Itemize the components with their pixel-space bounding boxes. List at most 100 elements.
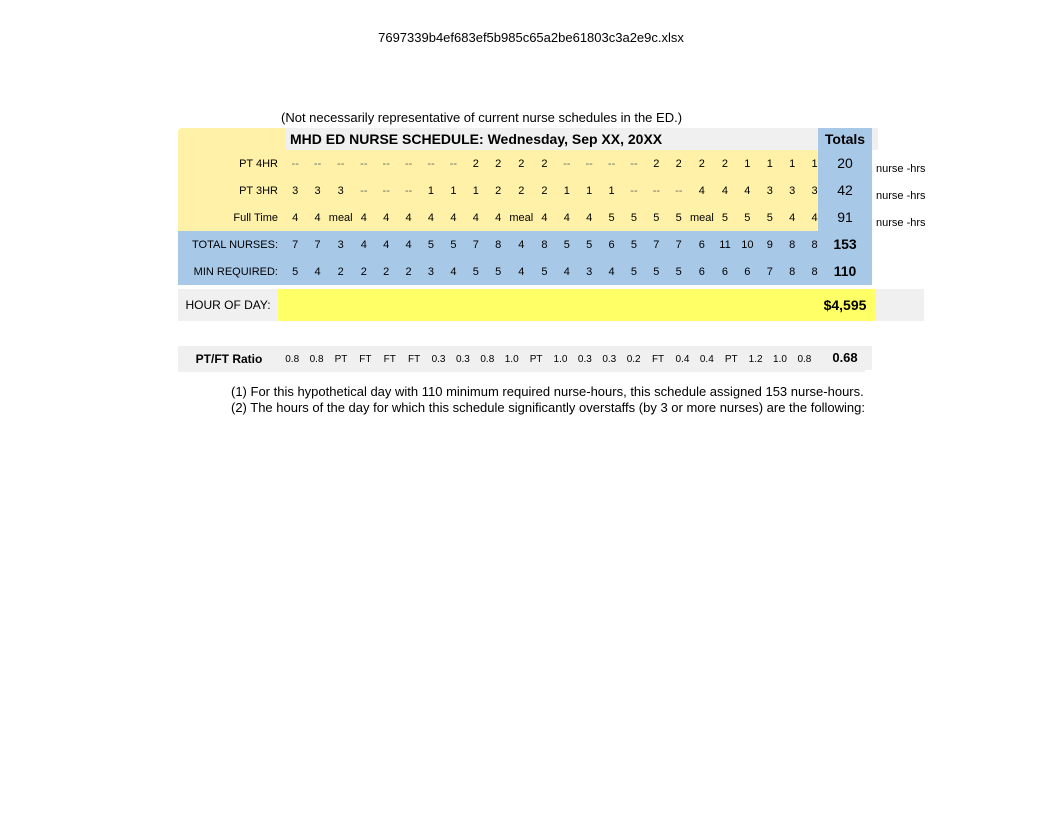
cell: 0.8 bbox=[280, 346, 304, 372]
cell: 4 bbox=[306, 258, 328, 285]
ptft-ratio-row: PT/FT Ratio 0.8 0.8 PT FT FT FT 0.3 0.3 … bbox=[178, 346, 878, 372]
total-cost: $4,595 bbox=[818, 289, 872, 321]
cell: FT bbox=[646, 346, 670, 372]
cell: meal bbox=[509, 204, 533, 231]
cell: -- bbox=[420, 150, 442, 177]
cell: 5 bbox=[759, 204, 781, 231]
total-min: 110 bbox=[818, 258, 872, 285]
cell: 2 bbox=[375, 258, 397, 285]
caveat-note: (Not necessarily representative of curre… bbox=[281, 110, 682, 125]
cell: 1.2 bbox=[743, 346, 767, 372]
cell: -- bbox=[306, 150, 328, 177]
cell: 4 bbox=[353, 204, 375, 231]
cell: 2 bbox=[668, 150, 690, 177]
schedule-title: MHD ED NURSE SCHEDULE: Wednesday, Sep XX… bbox=[286, 128, 878, 150]
cell: 2 bbox=[353, 258, 375, 285]
cell: 8 bbox=[781, 231, 803, 258]
cell: PT bbox=[719, 346, 743, 372]
cell: 2 bbox=[645, 150, 667, 177]
cell: 3 bbox=[781, 177, 803, 204]
cell: 0.4 bbox=[695, 346, 719, 372]
cell: 4 bbox=[353, 231, 375, 258]
cell: 4 bbox=[306, 204, 328, 231]
cell: 9 bbox=[759, 231, 781, 258]
cell: 4 bbox=[397, 204, 419, 231]
cell: -- bbox=[645, 177, 667, 204]
cell: 2 bbox=[690, 150, 714, 177]
cell: 6 bbox=[690, 231, 714, 258]
cell: PT bbox=[524, 346, 548, 372]
hour-of-day-row: HOUR OF DAY: bbox=[178, 289, 878, 321]
cell: meal bbox=[690, 204, 714, 231]
cell: 0.4 bbox=[670, 346, 694, 372]
cell: 1 bbox=[600, 177, 622, 204]
cell: 4 bbox=[556, 204, 578, 231]
cell: 2 bbox=[509, 177, 533, 204]
cell: 4 bbox=[533, 204, 555, 231]
total-pt4: 20 bbox=[818, 150, 872, 177]
cell: 5 bbox=[556, 231, 578, 258]
cell: 6 bbox=[714, 258, 736, 285]
title-left-pad bbox=[178, 128, 286, 150]
cell: 5 bbox=[645, 258, 667, 285]
total-pt3: 42 bbox=[818, 177, 872, 204]
cell: 5 bbox=[668, 204, 690, 231]
unit-nursehrs: nurse -hrs bbox=[876, 183, 936, 210]
cell: 6 bbox=[690, 258, 714, 285]
cell: 4 bbox=[600, 258, 622, 285]
cell: 1 bbox=[759, 150, 781, 177]
cell: meal bbox=[329, 204, 353, 231]
row-label-ft: Full Time bbox=[178, 204, 284, 231]
cell: 4 bbox=[736, 177, 758, 204]
cell: 4 bbox=[375, 204, 397, 231]
total-ft: 91 bbox=[818, 204, 872, 231]
cell: 3 bbox=[578, 258, 600, 285]
row-fulltime: Full Time 4 4 meal 4 4 4 4 4 4 4 meal 4 … bbox=[178, 204, 826, 231]
cell: 1.0 bbox=[548, 346, 572, 372]
cell: -- bbox=[375, 150, 397, 177]
cell: 4 bbox=[375, 231, 397, 258]
cell: 4 bbox=[442, 258, 464, 285]
cell: 0.3 bbox=[426, 346, 450, 372]
cell: -- bbox=[397, 177, 419, 204]
cell: 7 bbox=[284, 231, 306, 258]
cell: 1 bbox=[420, 177, 442, 204]
cell: 3 bbox=[759, 177, 781, 204]
cell: 2 bbox=[465, 150, 487, 177]
cell: 0.8 bbox=[475, 346, 499, 372]
cell: 10 bbox=[736, 231, 758, 258]
ratio-total: 0.68 bbox=[818, 346, 872, 370]
cell: 4 bbox=[284, 204, 306, 231]
cell: 7 bbox=[668, 231, 690, 258]
cell: 4 bbox=[781, 204, 803, 231]
cell: 4 bbox=[420, 204, 442, 231]
cell: 2 bbox=[533, 177, 555, 204]
cell: -- bbox=[284, 150, 306, 177]
cell: 5 bbox=[442, 231, 464, 258]
cell: 5 bbox=[284, 258, 306, 285]
cell: -- bbox=[623, 177, 645, 204]
cell: 0.2 bbox=[621, 346, 645, 372]
cell: 3 bbox=[284, 177, 306, 204]
cell: 5 bbox=[533, 258, 555, 285]
cell: 4 bbox=[509, 231, 533, 258]
cell: 5 bbox=[465, 258, 487, 285]
cell: -- bbox=[329, 150, 353, 177]
totals-column: 20 42 91 153 110 bbox=[818, 150, 872, 285]
note-2: (2) The hours of the day for which this … bbox=[231, 400, 865, 416]
cell: -- bbox=[442, 150, 464, 177]
schedule-grid: PT 4HR -- -- -- -- -- -- -- -- 2 2 2 2 -… bbox=[178, 150, 878, 285]
cell: 1 bbox=[465, 177, 487, 204]
filename: 7697339b4ef683ef5b985c65a2be61803c3a2e9c… bbox=[0, 0, 1062, 85]
cell: 4 bbox=[690, 177, 714, 204]
cell: 11 bbox=[714, 231, 736, 258]
cell: 0.8 bbox=[792, 346, 816, 372]
cell: -- bbox=[600, 150, 622, 177]
row-pt3hr: PT 3HR 3 3 3 -- -- -- 1 1 1 2 2 2 1 1 1 … bbox=[178, 177, 826, 204]
cell: 2 bbox=[487, 150, 509, 177]
cell: 4 bbox=[487, 204, 509, 231]
cell: 1 bbox=[556, 177, 578, 204]
totals-header: Totals bbox=[818, 128, 872, 150]
cell: 4 bbox=[556, 258, 578, 285]
cell: 5 bbox=[600, 204, 622, 231]
